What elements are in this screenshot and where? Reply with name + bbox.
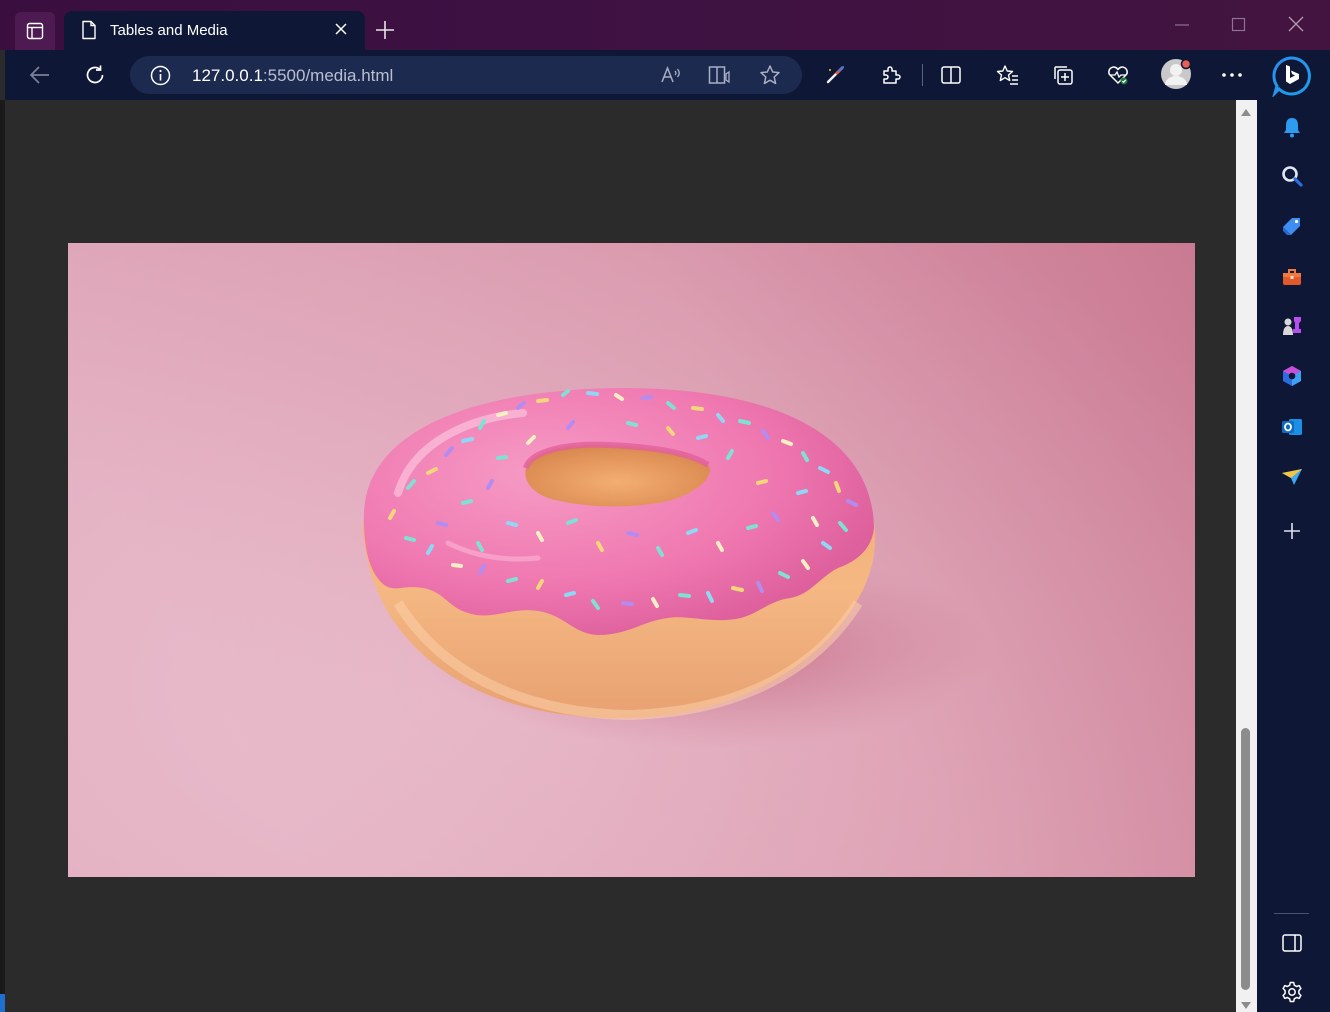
extensions-button[interactable] (879, 63, 903, 87)
back-arrow-icon (29, 66, 49, 84)
split-screen-icon (941, 66, 961, 84)
immersive-reader-button[interactable] (708, 63, 732, 87)
hide-sidebar-icon (1282, 934, 1302, 952)
games-button[interactable] (1279, 313, 1305, 339)
tab-actions-button[interactable] (15, 12, 55, 50)
favorite-star-icon (760, 65, 780, 85)
health-button[interactable] (1106, 63, 1130, 87)
plus-icon[interactable] (374, 19, 396, 41)
browser-essentials-button[interactable] (823, 63, 847, 87)
close-icon[interactable] (334, 22, 348, 36)
back-button[interactable] (28, 63, 52, 87)
extensions-icon (883, 66, 901, 84)
profile-avatar-icon (1161, 58, 1192, 89)
bing-copilot-button[interactable] (1270, 55, 1312, 97)
favorite-button[interactable] (758, 63, 782, 87)
tab-actions-icon (26, 22, 44, 40)
url-path: :5500/media.html (262, 66, 394, 85)
favorites-icon (996, 65, 1018, 85)
edge-sidebar (1257, 100, 1330, 1012)
add-sidebar-app-button[interactable] (1279, 518, 1305, 544)
toolbar-divider (922, 64, 923, 86)
settings-icon (1282, 981, 1302, 1003)
split-screen-button[interactable] (939, 63, 963, 87)
refresh-icon (86, 65, 104, 84)
maximize-icon[interactable] (1231, 16, 1247, 32)
refresh-button[interactable] (83, 63, 107, 87)
profile-button[interactable] (1160, 58, 1192, 90)
minimize-icon[interactable] (1174, 16, 1190, 32)
scroll-thumb[interactable] (1241, 728, 1250, 990)
more-button[interactable] (1220, 63, 1244, 87)
sidebar-divider (1274, 913, 1309, 914)
close-window-icon[interactable] (1288, 16, 1304, 32)
active-tab[interactable]: Tables and Media (64, 11, 365, 50)
hide-sidebar-button[interactable] (1279, 930, 1305, 956)
document-icon (82, 20, 96, 40)
shopping-button[interactable] (1279, 214, 1305, 240)
microsoft-365-button[interactable] (1279, 363, 1305, 389)
read-aloud-button[interactable] (659, 63, 683, 87)
bing-copilot-icon (1272, 56, 1311, 97)
immersive-reader-icon (708, 66, 730, 84)
collections-icon (1054, 66, 1073, 85)
tools-button[interactable] (1279, 264, 1305, 290)
bell-icon (1284, 118, 1300, 138)
vertical-scrollbar[interactable] (1236, 100, 1257, 1012)
address-bar[interactable]: 127.0.0.1:5500/media.html (130, 56, 802, 94)
shopping-tag-icon (1283, 218, 1300, 235)
search-icon (1282, 166, 1303, 187)
microsoft-365-icon (1283, 366, 1301, 386)
url-text[interactable]: 127.0.0.1:5500/media.html (192, 66, 393, 86)
browser-essentials-icon (826, 66, 844, 84)
info-icon[interactable] (150, 65, 171, 86)
notifications-button[interactable] (1279, 114, 1305, 140)
sidebar-settings-button[interactable] (1279, 979, 1305, 1005)
page-viewport (5, 100, 1236, 1012)
scroll-down-arrow[interactable] (1241, 1002, 1251, 1009)
title-bar: Tables and Media (0, 0, 1330, 50)
outlook-button[interactable] (1279, 414, 1305, 440)
url-host: 127.0.0.1 (192, 66, 263, 85)
collections-button[interactable] (1051, 63, 1075, 87)
favorites-button[interactable] (996, 63, 1020, 87)
more-icon (1222, 73, 1242, 77)
tab-title: Tables and Media (110, 22, 228, 39)
scroll-up-arrow[interactable] (1241, 109, 1251, 116)
search-sidebar-button[interactable] (1279, 163, 1305, 189)
read-aloud-icon (661, 65, 680, 83)
toolbar: 127.0.0.1:5500/media.html (5, 50, 1330, 100)
tools-icon (1283, 269, 1301, 285)
drop-button[interactable] (1279, 464, 1305, 490)
drop-icon (1282, 469, 1302, 485)
games-icon (1283, 317, 1301, 335)
donut-image (68, 243, 1195, 877)
add-icon (1284, 523, 1300, 539)
health-icon (1108, 66, 1128, 85)
outlook-icon (1282, 419, 1302, 435)
